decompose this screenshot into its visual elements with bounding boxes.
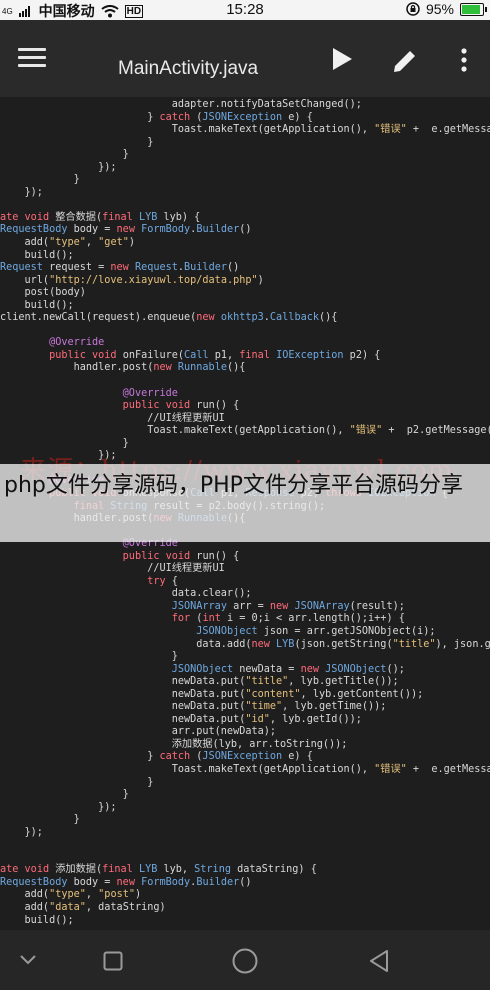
code-line: public void run() { [122,400,240,412]
code-line: } [0,136,154,148]
code-line: } [0,814,80,826]
code-line: }); [0,161,117,173]
code-line: } catch (JSONException e) { [0,751,313,763]
battery-percent: 95% [425,1,454,17]
code-line: Toast.makeText(getApplication(), "错误" + … [0,763,490,775]
battery-fill [462,4,481,14]
code-line: //UI线程更新UI [0,412,225,424]
code-line: newData.put("content", lyb.getContent())… [0,688,424,700]
code-line: adapter.notifyDataSetChanged(); [0,99,362,110]
back-chevron-icon[interactable] [19,954,37,966]
code-line: } [0,651,178,663]
status-right: 95% [406,1,487,17]
code-line: JSONObject newData = new JSONObject(); [171,663,405,675]
code-line: newData.put("id", lyb.getId()); [0,713,362,725]
caption-banner: php文件分享源码，PHP文件分享平台源码分享 [0,464,490,542]
code-line: RequestBody body = new FormBody.Builder(… [0,224,252,236]
code-line: add("type", "post") [0,889,142,901]
menu-icon[interactable] [18,48,46,68]
back-triangle-icon[interactable] [367,949,391,973]
code-line: arr.put(newData); [0,726,277,738]
code-line: data.clear(); [0,588,252,600]
status-bar: 4G 中国移动 HD 15:28 95% [0,0,490,20]
code-line: } [0,776,154,788]
app-bar: MainActivity.java [0,20,490,97]
code-line: }); [0,186,43,198]
code-line: } [0,437,129,449]
code-line: Toast.makeText(getApplication(), "错误" + … [0,425,490,437]
code-line: }); [0,826,43,838]
more-vert-icon[interactable] [454,46,474,74]
code-line: } catch (JSONException e) { [0,111,313,123]
navigation-bar [0,930,490,990]
code-line: Toast.makeText(getApplication(), "错误" + … [0,124,490,136]
code-line: build(); [0,299,74,311]
code-line: add("data", dataString) [0,902,166,913]
code-line: //UI线程更新UI [0,563,225,575]
recents-square-icon[interactable] [103,951,123,971]
code-line: RequestBody body = new FormBody.Builder(… [0,876,252,888]
code-line: try { [147,575,178,587]
code-line: @Override [49,337,105,349]
code-line: } [0,789,129,801]
code-line: JSONArray arr = new JSONArray(result); [171,600,405,612]
battery-icon [460,2,487,16]
code-line: JSONObject json = arr.getJSONObject(i); [196,625,436,637]
file-title: MainActivity.java [118,58,259,79]
code-line: public void onFailure(Call p1, final IOE… [49,349,381,361]
code-line: post(body) [0,287,86,299]
code-line: url("http://love.xiayuwl.top/data.php") [0,274,264,286]
code-line: ate void 整合数据(final LYB lyb) { [0,211,201,223]
caption-text: php文件分享源码，PHP文件分享平台源码分享 [4,473,463,498]
code-line: build(); [0,249,74,261]
code-line: }); [0,801,117,813]
code-line: 添加数据(lyb, arr.toString()); [0,738,348,750]
code-line: } [0,149,129,161]
edit-icon[interactable] [391,47,419,75]
code-line: ate void 添加数据(final LYB lyb, String data… [0,864,317,876]
code-line: build(); [0,914,74,926]
code-line: for (int i = 0;i < arr.length();i++) { [171,613,405,625]
code-line: Request request = new Request.Builder() [0,262,240,274]
code-line: handler.post(new Runnable(){ [0,362,246,374]
code-line: @Override [122,387,178,399]
home-circle-icon[interactable] [232,948,258,974]
rotation-lock-icon [406,2,420,16]
play-icon[interactable] [331,47,353,71]
code-line: add("type", "get") [0,237,135,249]
code-line: client.newCall(request).enqueue(new okht… [0,312,338,324]
code-line: data.add(new LYB(json.getString("title")… [0,638,490,650]
code-line: newData.put("title", lyb.getTitle()); [0,676,399,688]
code-line: public void run() { [122,550,240,562]
code-line: newData.put("time", lyb.getTime()); [0,701,387,713]
code-line: } [0,174,80,186]
